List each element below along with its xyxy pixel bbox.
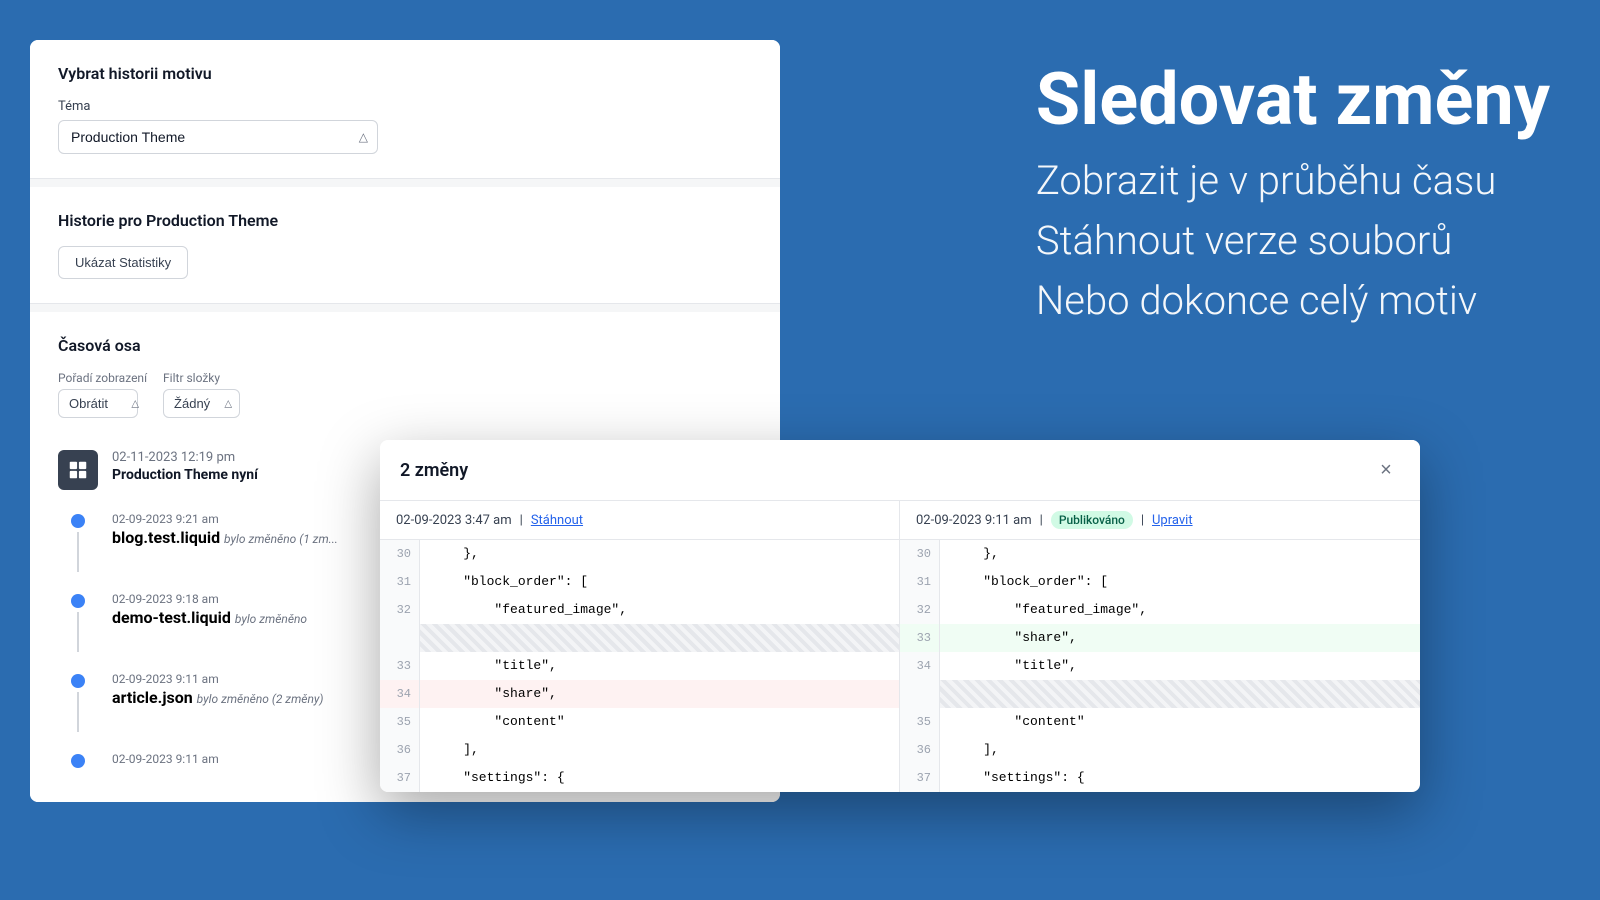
diff-left-date: 02-09-2023 3:47 am — [396, 513, 512, 528]
diff-left-separator: | — [520, 513, 523, 528]
diff-right-date: 02-09-2023 9:11 am — [916, 513, 1032, 528]
timeline-title: Časová osa — [58, 336, 752, 355]
filter-label: Filtr složky — [163, 371, 240, 385]
right-line-1: Zobrazit je v průběhu času — [1036, 151, 1550, 211]
timeline-dot-1 — [71, 514, 85, 528]
right-text-block: Sledovat změny Zobrazit je v průběhu čas… — [1036, 60, 1550, 331]
timeline-current-date: 02-11-2023 12:19 pm — [112, 450, 258, 465]
filter-select[interactable]: Žádný — [163, 389, 240, 418]
diff-left-row-33: 33 "title", — [380, 652, 899, 680]
diff-modal: 2 změny × 02-09-2023 3:47 am | Stáhnout … — [380, 440, 1420, 792]
diff-right-row-35: 35 "content" — [900, 708, 1420, 736]
order-select-wrapper: Obrátit △ — [58, 389, 147, 418]
right-line-3: Nebo dokonce celý motiv — [1036, 271, 1550, 331]
diff-left-row-37: 37 "settings": { — [380, 764, 899, 792]
entry-filename-3: article.json bylo změněno (2 změny) — [112, 688, 323, 707]
timeline-entry-info-4: 02-09-2023 9:11 am — [112, 752, 219, 766]
diff-left-row-36: 36 ], — [380, 736, 899, 764]
diff-left-row-35: 35 "content" — [380, 708, 899, 736]
timeline-dot-wrapper-2 — [58, 592, 98, 652]
order-control-group: Pořadí zobrazení Obrátit △ — [58, 371, 147, 418]
filter-select-wrapper: Žádný △ — [163, 389, 240, 418]
divider-2 — [30, 304, 780, 312]
order-select[interactable]: Obrátit — [58, 389, 138, 418]
select-theme-section: Vybrat historii motivu Téma Production T… — [30, 40, 780, 179]
grid-icon — [67, 459, 89, 481]
diff-left-row-empty — [380, 624, 899, 652]
divider-1 — [30, 179, 780, 187]
diff-right-header: 02-09-2023 9:11 am | Publikováno | Uprav… — [900, 501, 1420, 539]
diff-right-row-33: 33 "share", — [900, 624, 1420, 652]
diff-right-row-30: 30 }, — [900, 540, 1420, 568]
right-main-title: Sledovat změny — [1036, 60, 1550, 139]
timeline-controls: Pořadí zobrazení Obrátit △ Filtr složky … — [58, 371, 752, 418]
history-section: Historie pro Production Theme Ukázat Sta… — [30, 187, 780, 304]
diff-right-separator2: | — [1141, 513, 1144, 528]
entry-filename-2: demo-test.liquid bylo změněno — [112, 608, 307, 627]
diff-body: 30 }, 31 "block_order": [ 32 "featured_i… — [380, 540, 1420, 792]
timeline-dot-wrapper-1 — [58, 512, 98, 572]
timeline-line-2 — [77, 612, 79, 652]
diff-left-row-32: 32 "featured_image", — [380, 596, 899, 624]
timeline-dot-3 — [71, 674, 85, 688]
modal-title: 2 změny — [400, 460, 468, 481]
entry-date-1: 02-09-2023 9:21 am — [112, 512, 338, 526]
right-subtitle-lines: Zobrazit je v průběhu času Stáhnout verz… — [1036, 151, 1550, 331]
timeline-entry-info-2: 02-09-2023 9:18 am demo-test.liquid bylo… — [112, 592, 307, 627]
diff-right-row-37: 37 "settings": { — [900, 764, 1420, 792]
diff-right-row-32: 32 "featured_image", — [900, 596, 1420, 624]
theme-field-label: Téma — [58, 99, 752, 114]
theme-select[interactable]: Production Theme — [58, 120, 378, 154]
timeline-current-info: 02-11-2023 12:19 pm Production Theme nyn… — [112, 450, 258, 483]
order-label: Pořadí zobrazení — [58, 371, 147, 385]
diff-right-row-36: 36 ], — [900, 736, 1420, 764]
diff-right-row-empty — [900, 680, 1420, 708]
diff-left-col: 30 }, 31 "block_order": [ 32 "featured_i… — [380, 540, 900, 792]
diff-right-row-34: 34 "title", — [900, 652, 1420, 680]
right-line-2: Stáhnout verze souborů — [1036, 211, 1550, 271]
diff-left-header: 02-09-2023 3:47 am | Stáhnout — [380, 501, 900, 539]
theme-select-wrapper: Production Theme △ — [58, 120, 378, 154]
stats-button[interactable]: Ukázat Statistiky — [58, 246, 188, 279]
select-theme-title: Vybrat historii motivu — [58, 64, 752, 83]
modal-close-button[interactable]: × — [1372, 456, 1400, 484]
timeline-line-1 — [77, 532, 79, 572]
diff-left-download-link[interactable]: Stáhnout — [531, 513, 583, 528]
timeline-current-name: Production Theme nyní — [112, 467, 258, 483]
history-title: Historie pro Production Theme — [58, 211, 752, 230]
entry-date-3: 02-09-2023 9:11 am — [112, 672, 323, 686]
diff-left-row-31: 31 "block_order": [ — [380, 568, 899, 596]
entry-date-2: 02-09-2023 9:18 am — [112, 592, 307, 606]
diff-left-row-34: 34 "share", — [380, 680, 899, 708]
filter-control-group: Filtr složky Žádný △ — [163, 371, 240, 418]
modal-header: 2 změny × — [380, 440, 1420, 501]
timeline-dot-wrapper-4 — [58, 752, 98, 768]
diff-right-separator: | — [1040, 513, 1043, 528]
diff-right-col: 30 }, 31 "block_order": [ 32 "featured_i… — [900, 540, 1420, 792]
diff-published-badge: Publikováno — [1051, 511, 1133, 529]
timeline-line-3 — [77, 692, 79, 732]
timeline-entry-info-3: 02-09-2023 9:11 am article.json bylo změ… — [112, 672, 323, 707]
entry-date-4: 02-09-2023 9:11 am — [112, 752, 219, 766]
timeline-dot-2 — [71, 594, 85, 608]
entry-filename-1: blog.test.liquid bylo změněno (1 zm... — [112, 528, 338, 547]
diff-left-row-30: 30 }, — [380, 540, 899, 568]
diff-right-row-31: 31 "block_order": [ — [900, 568, 1420, 596]
timeline-entry-info-1: 02-09-2023 9:21 am blog.test.liquid bylo… — [112, 512, 338, 547]
timeline-current-icon-box — [58, 450, 98, 490]
diff-right-edit-link[interactable]: Upravit — [1152, 513, 1193, 528]
timeline-dot-4 — [71, 754, 85, 768]
diff-columns-header: 02-09-2023 3:47 am | Stáhnout 02-09-2023… — [380, 501, 1420, 540]
timeline-dot-wrapper-3 — [58, 672, 98, 732]
